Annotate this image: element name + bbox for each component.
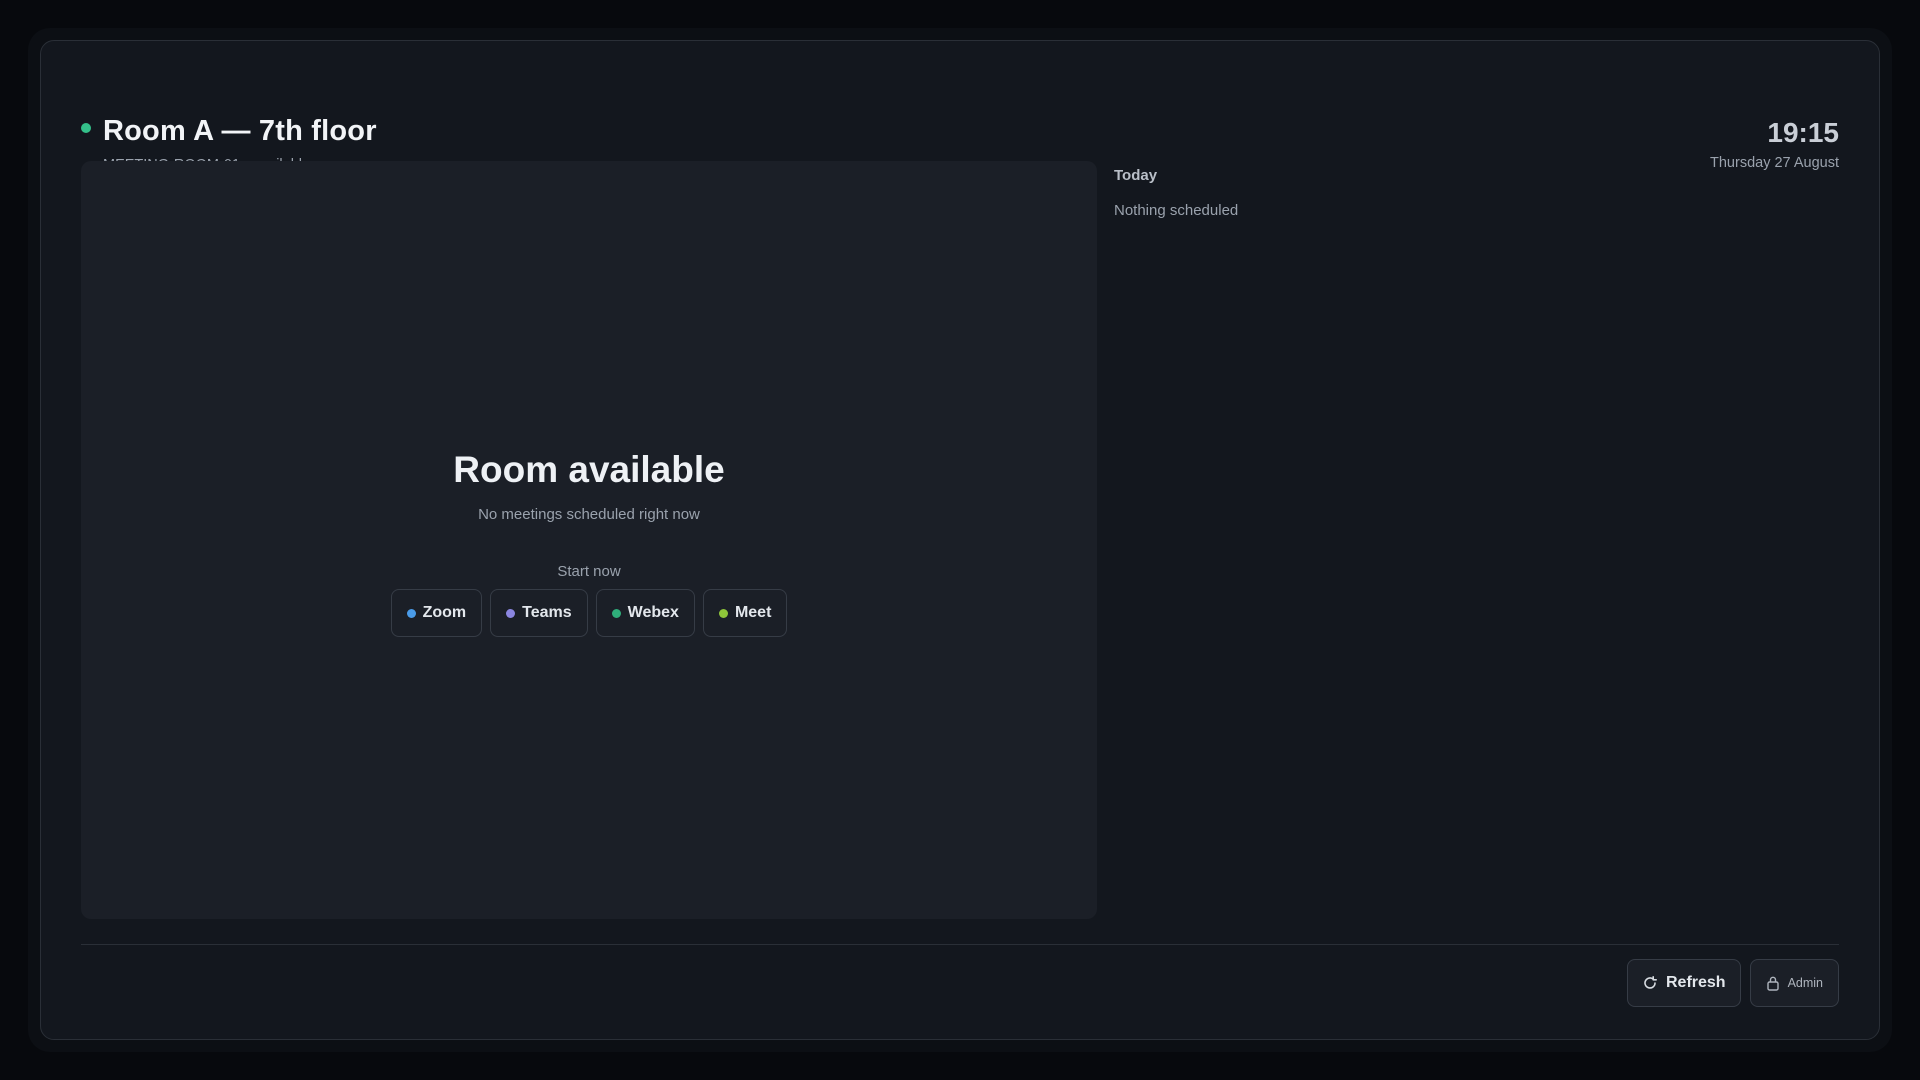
meet-dot-icon (718, 608, 728, 618)
clock-time: 19:15 (1767, 117, 1839, 148)
room-status-dot (81, 123, 91, 133)
refresh-icon (1642, 975, 1658, 991)
meet-label: Meet (734, 604, 772, 621)
meet-button[interactable]: Meet (702, 589, 788, 637)
webex-label: Webex (627, 604, 679, 621)
admin-label: Admin (1787, 976, 1823, 990)
schedule-panel: Today Nothing scheduled (1114, 167, 1834, 219)
lock-icon (1766, 975, 1780, 991)
teams-label: Teams (522, 604, 572, 621)
refresh-button[interactable]: Refresh (1626, 959, 1741, 1007)
webex-dot-icon (611, 608, 621, 618)
start-now-label: Start now (557, 563, 621, 580)
status-subtitle: No meetings scheduled right now (478, 506, 700, 523)
room-panel: Room A — 7th floor MEETING-ROOM-01 · ava… (40, 40, 1880, 1040)
footer-actions: Refresh Admin (1626, 959, 1839, 1007)
provider-buttons: Zoom Teams Webex Meet (81, 589, 1097, 637)
zoom-label: Zoom (422, 604, 467, 621)
zoom-button[interactable]: Zoom (390, 589, 483, 637)
webex-button[interactable]: Webex (595, 589, 695, 637)
refresh-label: Refresh (1665, 974, 1726, 991)
teams-dot-icon (506, 608, 516, 618)
room-title: Room A — 7th floor (103, 115, 377, 147)
schedule-heading: Today (1114, 167, 1158, 184)
footer-divider (81, 944, 1839, 945)
admin-button[interactable]: Admin (1749, 959, 1839, 1007)
schedule-empty-text: Nothing scheduled (1114, 202, 1239, 219)
availability-card: Room available No meetings scheduled rig… (81, 161, 1097, 919)
teams-button[interactable]: Teams (490, 589, 588, 637)
zoom-dot-icon (406, 608, 416, 618)
status-title: Room available (453, 449, 725, 490)
